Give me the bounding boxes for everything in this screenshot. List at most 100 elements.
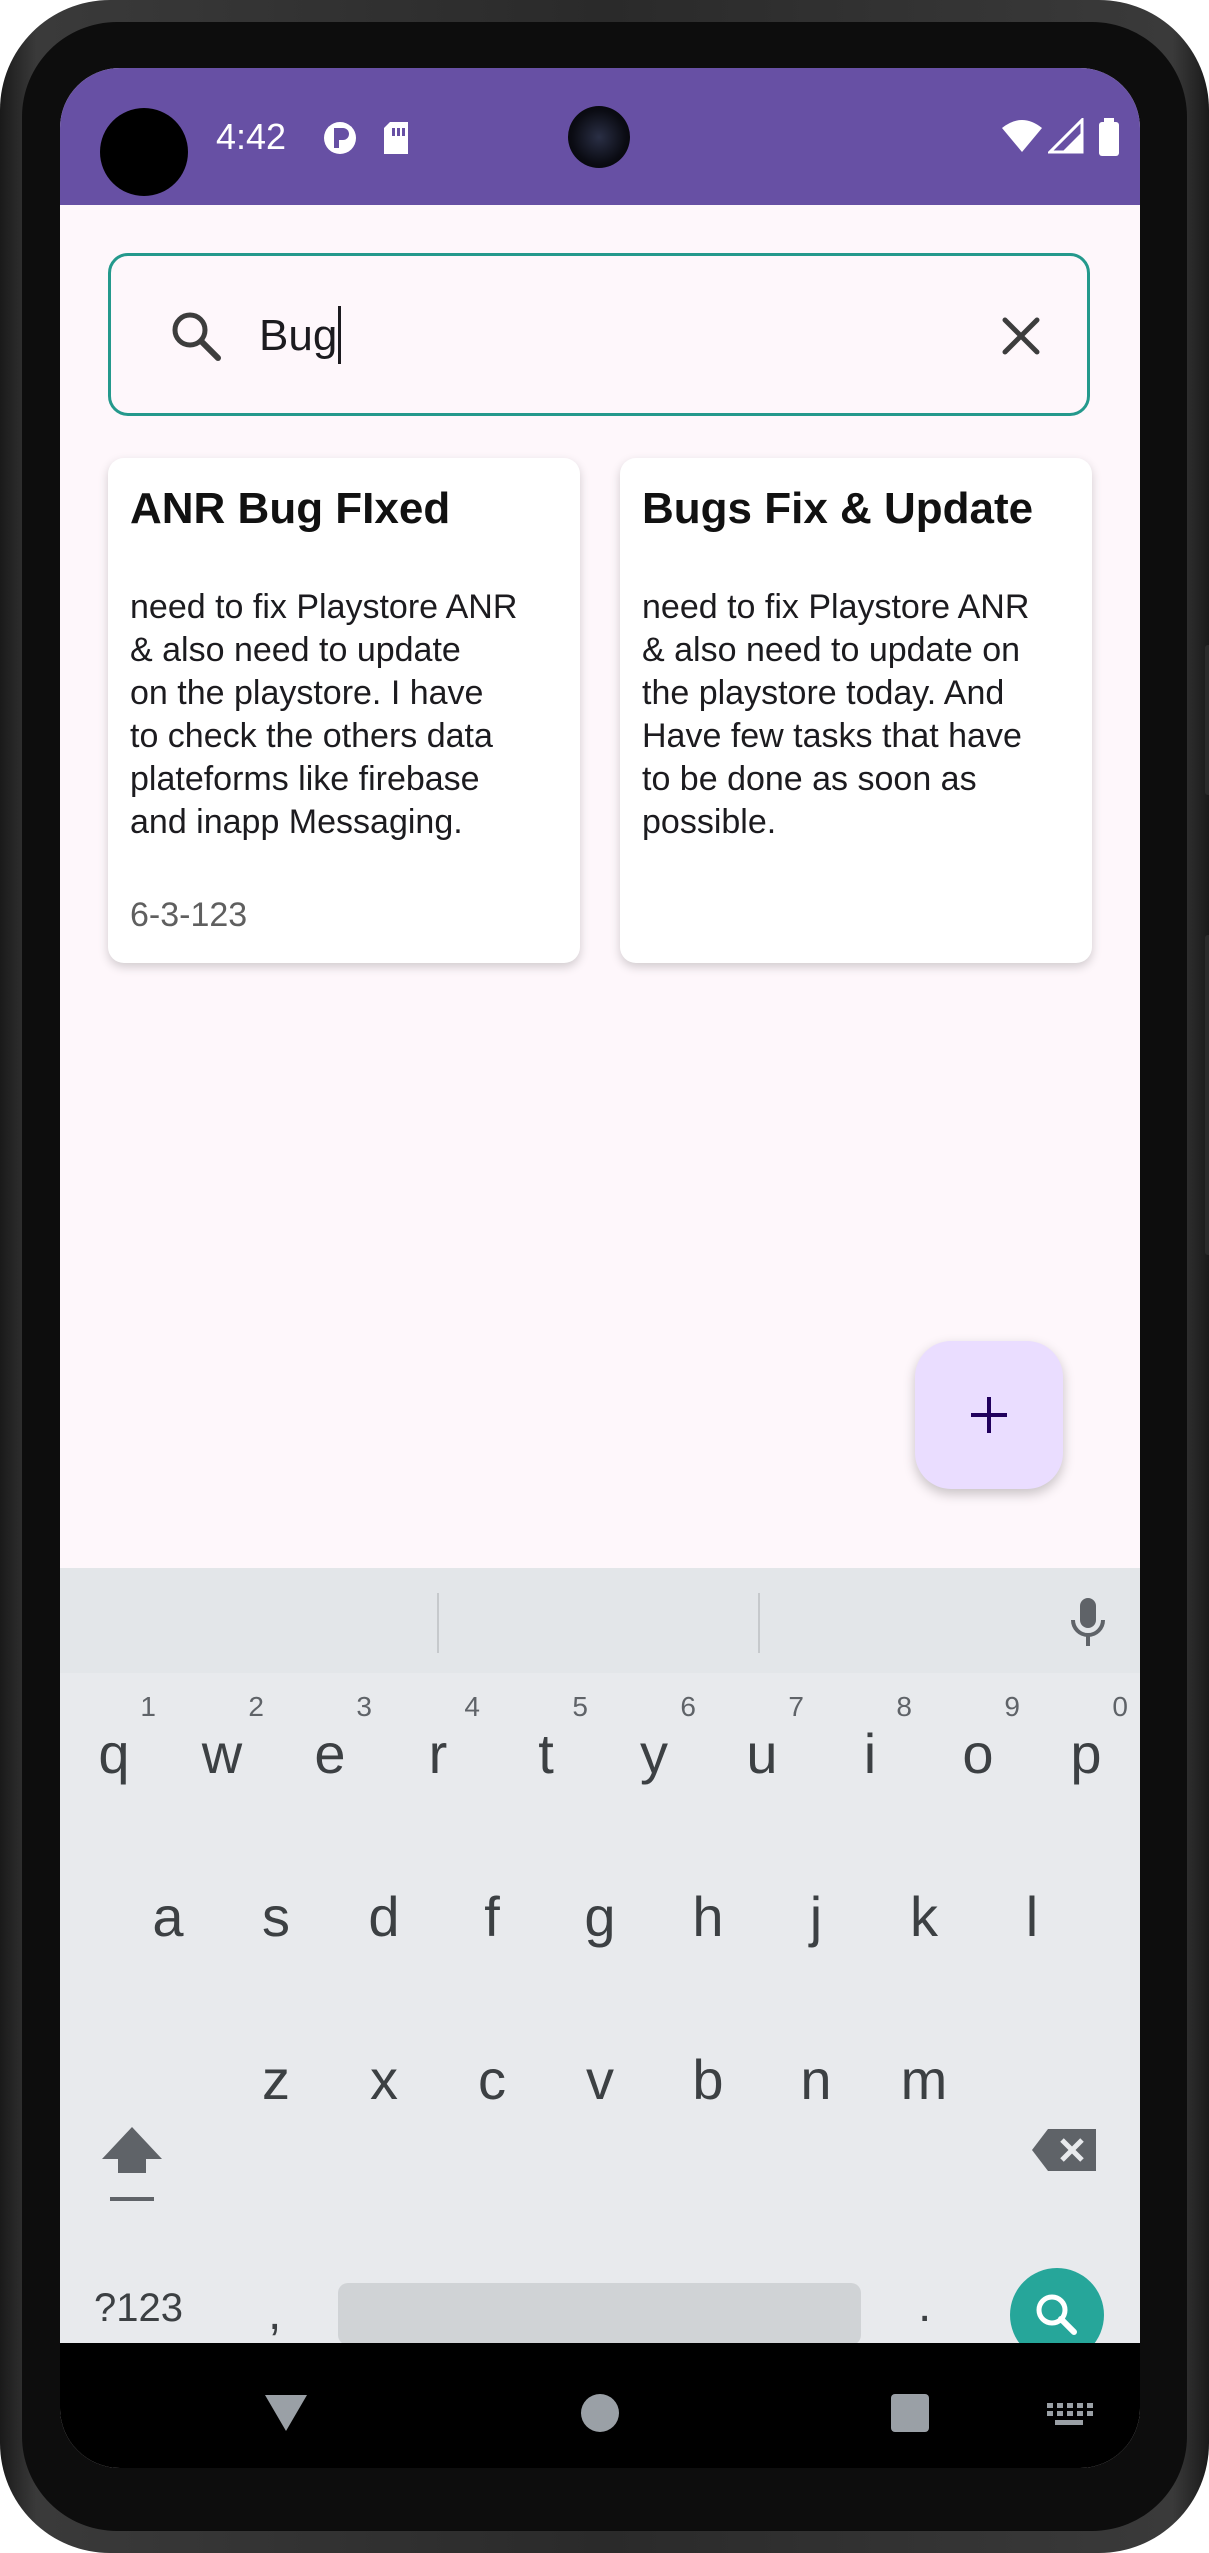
search-input-value: Bug	[259, 311, 338, 360]
key-q[interactable]: 1 q	[60, 1673, 168, 1823]
status-time: 4:42	[216, 116, 287, 157]
backspace-icon[interactable]	[1030, 2127, 1100, 2173]
note-body-line: plateforms like firebase	[130, 760, 480, 798]
signal-icon	[1048, 118, 1084, 154]
key-letter: r	[428, 1722, 448, 1785]
key-n[interactable]: n	[762, 1999, 870, 2149]
sim-card-icon	[384, 122, 408, 154]
close-icon[interactable]	[991, 306, 1051, 366]
key-a[interactable]: a	[114, 1836, 222, 1986]
search-input[interactable]: Bug	[259, 306, 342, 366]
key-letter: i	[863, 1722, 877, 1785]
wifi-icon	[1002, 120, 1042, 152]
key-m[interactable]: m	[870, 1999, 978, 2149]
key-v[interactable]: v	[546, 1999, 654, 2149]
note-card[interactable]: ANR Bug FIxed need to fix Playstore ANR …	[108, 458, 580, 963]
key-k[interactable]: k	[870, 1836, 978, 1986]
key-letter: q	[98, 1722, 130, 1785]
key-letter: v	[586, 2048, 614, 2111]
note-card[interactable]: Bugs Fix & Update need to fix Playstore …	[620, 458, 1092, 963]
space-bar[interactable]	[338, 2283, 861, 2345]
suggestion-divider	[758, 1593, 760, 1653]
key-l[interactable]: l	[978, 1836, 1086, 1986]
add-note-button[interactable]	[915, 1341, 1063, 1489]
key-letter: t	[538, 1722, 554, 1785]
status-dot	[100, 108, 188, 196]
note-title: Bugs Fix & Update	[642, 484, 1034, 533]
note-date: 6-3-123	[130, 896, 248, 934]
navigation-bar	[60, 2343, 1140, 2468]
key-z[interactable]: z	[222, 1999, 330, 2149]
key-hint: 0	[1112, 1691, 1128, 1722]
key-x[interactable]: x	[330, 1999, 438, 2149]
key-o[interactable]: 9 o	[924, 1673, 1032, 1823]
key-i[interactable]: 8 i	[816, 1673, 924, 1823]
key-letter: e	[314, 1722, 346, 1785]
search-bar[interactable]: Bug	[108, 253, 1090, 416]
keyboard-switch-icon[interactable]	[1045, 2401, 1093, 2427]
note-body-line: need to fix Playstore ANR	[642, 588, 1030, 626]
key-letter: d	[368, 1885, 400, 1948]
key-f[interactable]: f	[438, 1836, 546, 1986]
key-letter: p	[1070, 1722, 1102, 1785]
key-e[interactable]: 3 e	[276, 1673, 384, 1823]
key-w[interactable]: 2 w	[168, 1673, 276, 1823]
symbols-key[interactable]: ?123	[94, 2286, 183, 2331]
key-letter: s	[262, 1885, 290, 1948]
front-camera	[568, 106, 630, 168]
note-body-line: need to fix Playstore ANR	[130, 588, 518, 626]
microphone-icon[interactable]	[1068, 1596, 1108, 1652]
key-d[interactable]: d	[330, 1836, 438, 1986]
comma-key[interactable]: ,	[268, 2286, 281, 2341]
recents-icon[interactable]	[890, 2393, 930, 2433]
key-r[interactable]: 4 r	[384, 1673, 492, 1823]
key-s[interactable]: s	[222, 1836, 330, 1986]
note-body-line: possible.	[642, 803, 777, 841]
suggestion-strip	[60, 1568, 1140, 1673]
key-letter: h	[692, 1885, 724, 1948]
key-letter: z	[262, 2048, 290, 2111]
power-button	[1205, 935, 1209, 1255]
key-hint: 4	[464, 1691, 480, 1722]
key-y[interactable]: 6 y	[600, 1673, 708, 1823]
battery-icon	[1099, 118, 1119, 156]
key-hint: 8	[896, 1691, 912, 1722]
key-letter: a	[152, 1885, 184, 1948]
phone-screen: 4:42 Bug ANR Bug FIxed need to fix Plays…	[60, 68, 1140, 2468]
key-letter: x	[370, 2048, 398, 2111]
back-icon[interactable]	[263, 2393, 309, 2433]
key-letter: w	[201, 1722, 243, 1785]
note-body: need to fix Playstore ANR & also need to…	[130, 586, 570, 844]
search-icon	[172, 312, 221, 361]
key-b[interactable]: b	[654, 1999, 762, 2149]
home-icon[interactable]	[580, 2393, 620, 2433]
key-letter: u	[746, 1722, 778, 1785]
key-letter: n	[800, 2048, 832, 2111]
key-j[interactable]: j	[762, 1836, 870, 1986]
note-title: ANR Bug FIxed	[130, 484, 451, 533]
key-hint: 5	[572, 1691, 588, 1722]
note-body: need to fix Playstore ANR & also need to…	[642, 586, 1082, 844]
suggestion-divider	[437, 1593, 439, 1653]
plus-icon	[971, 1397, 1007, 1433]
key-p[interactable]: 0 p	[1032, 1673, 1140, 1823]
note-body-line: on the playstore. I have	[130, 674, 484, 712]
key-letter: j	[809, 1885, 823, 1948]
key-hint: 7	[788, 1691, 804, 1722]
key-t[interactable]: 5 t	[492, 1673, 600, 1823]
key-u[interactable]: 7 u	[708, 1673, 816, 1823]
key-hint: 9	[1004, 1691, 1020, 1722]
key-h[interactable]: h	[654, 1836, 762, 1986]
volume-button	[1205, 645, 1209, 795]
key-c[interactable]: c	[438, 1999, 546, 2149]
shift-icon[interactable]	[100, 2123, 164, 2203]
status-bar: 4:42	[60, 68, 1140, 205]
key-letter: c	[478, 2048, 506, 2111]
key-g[interactable]: g	[546, 1836, 654, 1986]
note-body-line: & also need to update on	[642, 631, 1021, 669]
key-letter: y	[640, 1722, 668, 1785]
key-letter: k	[910, 1885, 938, 1948]
key-hint: 6	[680, 1691, 696, 1722]
key-hint: 3	[356, 1691, 372, 1722]
period-key[interactable]: .	[918, 2278, 931, 2333]
